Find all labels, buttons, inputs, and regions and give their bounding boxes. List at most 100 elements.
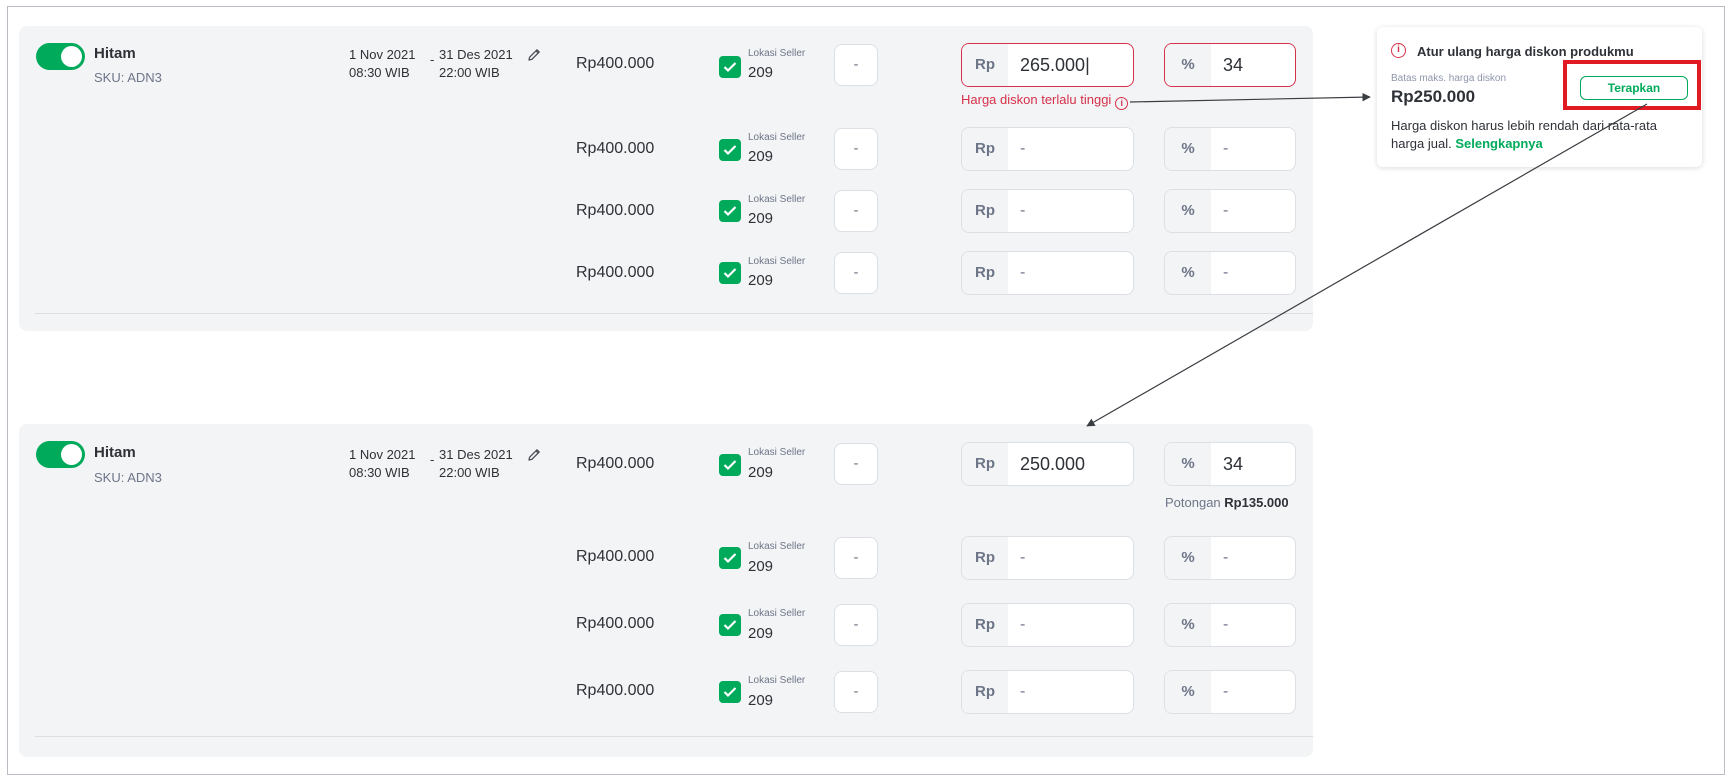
discount-price-value: -	[1020, 202, 1026, 219]
discount-percent-input[interactable]: % 34	[1164, 442, 1296, 486]
discount-percent-input[interactable]: % -	[1164, 603, 1296, 647]
discount-price-value: -	[1020, 549, 1026, 566]
stock-input[interactable]: -	[834, 190, 878, 232]
location-value: 209	[748, 692, 774, 709]
discount-price-input[interactable]: Rp -	[961, 127, 1134, 171]
stock-input[interactable]: -	[834, 604, 878, 646]
original-price: Rp400.000	[576, 264, 655, 281]
location-label: Lokasi Seller	[748, 48, 806, 59]
discount-price-value: -	[1020, 264, 1026, 281]
discount-price-input[interactable]: Rp -	[961, 603, 1134, 647]
max-discount-label: Batas maks. harga diskon	[1391, 73, 1507, 84]
discount-price-input[interactable]: Rp -	[961, 189, 1134, 233]
discount-price-value: -	[1020, 683, 1026, 700]
original-price: Rp400.000	[576, 455, 655, 472]
stock-input[interactable]: -	[834, 537, 878, 579]
discount-percent-input[interactable]: % -	[1164, 189, 1296, 233]
discount-price-input[interactable]: Rp -	[961, 536, 1134, 580]
original-price: Rp400.000	[576, 548, 655, 565]
location-label: Lokasi Seller	[748, 447, 806, 458]
end-date: 31 Des 2021 22:00 WIB	[439, 447, 513, 480]
checkbox-checked-icon[interactable]	[719, 56, 741, 78]
location-value: 209	[748, 558, 774, 575]
checkbox-checked-icon[interactable]	[719, 139, 741, 161]
percent-prefix: %	[1165, 128, 1211, 170]
discount-price-input[interactable]: Rp 265.000|	[961, 43, 1134, 87]
location-label: Lokasi Seller	[748, 608, 806, 619]
variant-card-top: Hitam SKU: ADN3 1 Nov 2021 08:30 WIB - 3…	[19, 26, 1313, 331]
discount-percent-input[interactable]: % -	[1164, 536, 1296, 580]
location-value: 209	[748, 272, 774, 289]
checkbox-checked-icon[interactable]	[719, 547, 741, 569]
rp-prefix: Rp	[962, 443, 1008, 485]
location-label: Lokasi Seller	[748, 194, 806, 205]
checkbox-checked-icon[interactable]	[719, 681, 741, 703]
pencil-icon[interactable]	[526, 447, 542, 463]
percent-prefix: %	[1165, 604, 1211, 646]
percent-prefix: %	[1165, 44, 1211, 86]
original-price: Rp400.000	[576, 140, 655, 157]
pencil-icon[interactable]	[526, 47, 542, 63]
learn-more-link[interactable]: Selengkapnya	[1455, 136, 1542, 151]
variant-name: Hitam	[94, 444, 136, 461]
location-label: Lokasi Seller	[748, 132, 806, 143]
stock-input[interactable]: -	[834, 252, 878, 294]
discount-percent-value: -	[1223, 202, 1229, 219]
stock-input[interactable]: -	[834, 443, 878, 485]
stock-input[interactable]: -	[834, 128, 878, 170]
apply-highlight-box: Terapkan	[1563, 60, 1701, 110]
percent-prefix: %	[1165, 443, 1211, 485]
variant-sku: SKU: ADN3	[94, 70, 162, 85]
discount-price-value: 265.000|	[1020, 55, 1090, 75]
location-label: Lokasi Seller	[748, 256, 806, 267]
discount-percent-value: -	[1223, 549, 1229, 566]
date-separator: -	[430, 452, 435, 467]
variant-toggle[interactable]	[36, 441, 85, 468]
info-icon[interactable]: i	[1115, 97, 1129, 110]
stock-input[interactable]: -	[834, 671, 878, 713]
location-value: 209	[748, 464, 774, 481]
location-value: 209	[748, 148, 774, 165]
rp-prefix: Rp	[962, 604, 1008, 646]
apply-button[interactable]: Terapkan	[1580, 76, 1688, 100]
rp-prefix: Rp	[962, 128, 1008, 170]
rp-prefix: Rp	[962, 537, 1008, 579]
discount-percent-input[interactable]: % -	[1164, 127, 1296, 171]
percent-prefix: %	[1165, 252, 1211, 294]
discount-percent-input[interactable]: % -	[1164, 251, 1296, 295]
checkbox-checked-icon[interactable]	[719, 200, 741, 222]
rp-prefix: Rp	[962, 671, 1008, 713]
original-price: Rp400.000	[576, 202, 655, 219]
discount-percent-value: 34	[1223, 55, 1244, 75]
toggle-knob	[61, 46, 82, 67]
original-price: Rp400.000	[576, 682, 655, 699]
discount-percent-input[interactable]: % 34	[1164, 43, 1296, 87]
percent-prefix: %	[1165, 671, 1211, 713]
date-separator: -	[430, 52, 435, 67]
rp-prefix: Rp	[962, 190, 1008, 232]
discount-percent-value: 34	[1223, 454, 1244, 474]
checkbox-checked-icon[interactable]	[719, 262, 741, 284]
location-value: 209	[748, 210, 774, 227]
rp-prefix: Rp	[962, 252, 1008, 294]
start-date: 1 Nov 2021 08:30 WIB	[349, 47, 416, 80]
variant-toggle[interactable]	[36, 43, 85, 70]
toggle-knob	[61, 444, 82, 465]
variant-name: Hitam	[94, 45, 136, 62]
location-value: 209	[748, 625, 774, 642]
checkbox-checked-icon[interactable]	[719, 614, 741, 636]
info-icon: i	[1391, 43, 1406, 58]
discount-price-input[interactable]: Rp -	[961, 670, 1134, 714]
checkbox-checked-icon[interactable]	[719, 454, 741, 476]
percent-prefix: %	[1165, 190, 1211, 232]
discount-percent-value: -	[1223, 264, 1229, 281]
discount-percent-input[interactable]: % -	[1164, 670, 1296, 714]
row-divider	[35, 313, 1313, 314]
original-price: Rp400.000	[576, 615, 655, 632]
popup-description: Harga diskon harus lebih rendah dari rat…	[1391, 118, 1657, 151]
discount-price-value: 250.000	[1020, 454, 1086, 474]
discount-price-input[interactable]: Rp -	[961, 251, 1134, 295]
discount-price-input[interactable]: Rp 250.000	[961, 442, 1134, 486]
original-price: Rp400.000	[576, 55, 655, 72]
stock-input[interactable]: -	[834, 44, 878, 86]
